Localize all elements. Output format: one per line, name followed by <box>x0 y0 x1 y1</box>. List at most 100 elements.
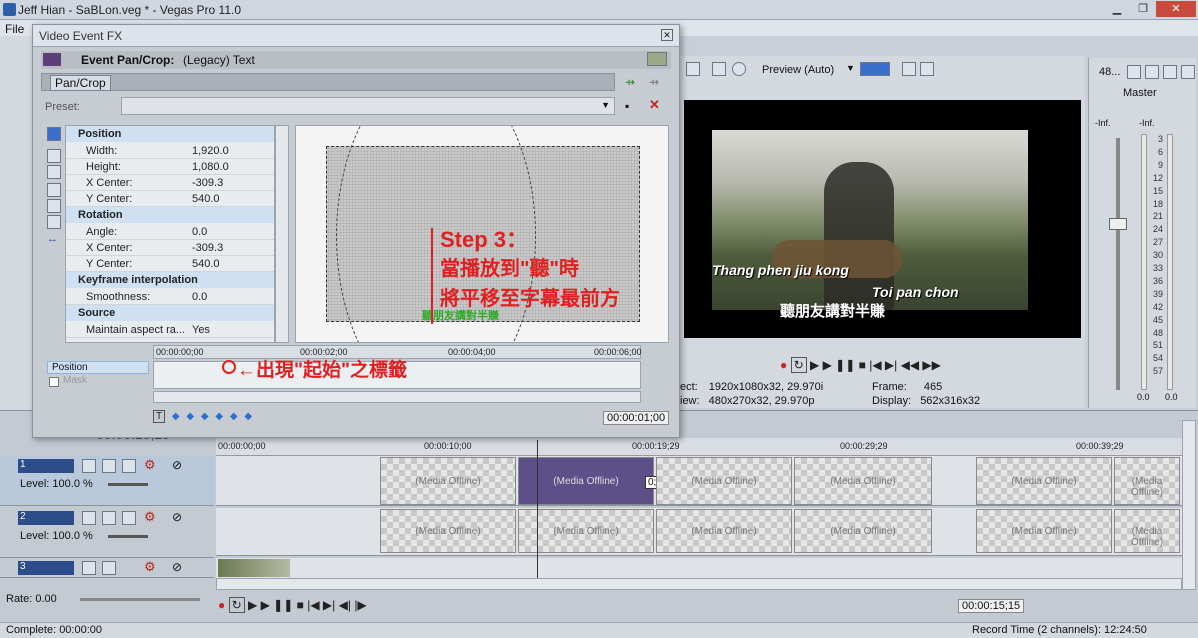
track-gear-icon[interactable]: ⚙ <box>144 509 156 525</box>
add-fx-icon[interactable]: ⇸ <box>625 75 635 89</box>
track-compositing-icon[interactable] <box>122 459 136 473</box>
property-group-header[interactable]: Rotation <box>66 207 274 223</box>
property-group-header[interactable]: Source <box>66 305 274 321</box>
stop-icon[interactable]: ■ <box>297 598 304 612</box>
next-frame-icon[interactable]: ▶| <box>885 358 897 372</box>
thumbnail-clip[interactable] <box>218 559 290 577</box>
track-header-3[interactable]: 3 ⚙ ⊘ <box>0 558 214 578</box>
property-row[interactable]: Y Center: 540.0 <box>66 191 274 207</box>
maximize-button[interactable]: ❐ <box>1130 1 1156 17</box>
media-clip[interactable]: (Media Offline) <box>380 457 516 505</box>
move-freely-icon[interactable] <box>47 215 61 229</box>
close-button[interactable]: ✕ <box>1156 1 1196 17</box>
property-row[interactable]: Maintain aspect ra... Yes <box>66 322 274 338</box>
property-value[interactable]: 0.0 <box>192 289 207 305</box>
copy-snapshot-icon[interactable] <box>902 62 916 76</box>
track-fx-icon[interactable] <box>102 459 116 473</box>
properties-scrollbar[interactable] <box>275 125 289 343</box>
property-value[interactable]: 1,920.0 <box>192 143 229 159</box>
rate-slider[interactable] <box>80 598 200 601</box>
menu-file[interactable]: File <box>5 22 24 36</box>
track-header-1[interactable]: 1 ⚙ ⊘ Level: 100.0 % <box>0 456 214 506</box>
media-clip[interactable]: (Media Offline) <box>518 509 654 553</box>
keyframe-track-mask[interactable]: Mask <box>47 375 149 388</box>
timeline-scrollbar[interactable] <box>216 578 1182 590</box>
last-keyframe-icon[interactable]: ◆ <box>215 411 223 422</box>
keyframe-marker[interactable] <box>222 360 236 374</box>
video-output-icon[interactable] <box>686 62 700 76</box>
rewind-icon[interactable]: ◀◀ <box>901 358 919 372</box>
property-group-header[interactable]: Position <box>66 126 274 142</box>
select-tool-icon[interactable] <box>47 149 61 163</box>
loop-icon[interactable]: ↻ <box>228 597 245 613</box>
property-row[interactable]: Y Center: 540.0 <box>66 256 274 272</box>
play-start-icon[interactable]: ▶ <box>248 598 257 612</box>
track-mute-icon[interactable]: ⊘ <box>172 560 182 574</box>
normal-edit-tool-icon[interactable] <box>47 127 61 141</box>
record-icon[interactable]: ● <box>780 358 787 372</box>
next-keyframe-icon[interactable]: ◆ <box>201 411 209 422</box>
preview-settings-icon[interactable] <box>712 62 726 76</box>
track-mute-icon[interactable]: ⊘ <box>172 510 182 524</box>
master-fader-handle[interactable] <box>1109 218 1127 230</box>
property-value[interactable]: 540.0 <box>192 191 220 207</box>
media-clip[interactable]: (Media Offline) <box>976 509 1112 553</box>
size-about-center-icon[interactable] <box>47 199 61 213</box>
track-mute-icon[interactable]: ⊘ <box>172 458 182 472</box>
minimize-button[interactable]: ▁ <box>1104 1 1130 17</box>
next-frame-icon[interactable]: |▶ <box>354 598 366 612</box>
track-fx-icon[interactable] <box>102 511 116 525</box>
chevron-down-icon[interactable]: ▼ <box>846 63 855 73</box>
stop-icon[interactable]: ■ <box>859 358 866 372</box>
mask-checkbox[interactable] <box>49 377 59 387</box>
property-value[interactable]: 1,080.0 <box>192 159 229 175</box>
property-row[interactable]: Angle: 0.0 <box>66 224 274 240</box>
property-value[interactable]: -309.3 <box>192 175 223 191</box>
first-keyframe-icon[interactable]: ◆ <box>172 411 180 422</box>
forward-icon[interactable]: ▶▶ <box>922 358 940 372</box>
mixer-mute-icon[interactable] <box>1181 65 1195 79</box>
overlay-icon[interactable] <box>732 62 746 76</box>
vertical-scrollbar[interactable] <box>1182 420 1196 590</box>
add-keyframe-icon[interactable]: ◆ <box>230 411 238 422</box>
lock-aspect-icon[interactable] <box>47 183 61 197</box>
track-motion-icon[interactable] <box>82 459 96 473</box>
property-row[interactable]: Smoothness: 0.0 <box>66 289 274 305</box>
preview-quality[interactable]: Preview (Auto) <box>762 64 834 76</box>
media-clip[interactable]: (Media Offline) <box>1114 457 1180 505</box>
level-slider-1[interactable] <box>108 483 148 486</box>
delete-keyframe-icon[interactable]: ◆ <box>244 411 252 422</box>
go-end-icon[interactable]: ▶| <box>323 598 335 612</box>
media-clip[interactable]: (Media Offline) <box>656 457 792 505</box>
track-gear-icon[interactable]: ⚙ <box>144 457 156 473</box>
level-slider-2[interactable] <box>108 535 148 538</box>
loop-icon[interactable]: ↻ <box>790 357 807 373</box>
media-clip[interactable]: (Media Offline) <box>656 509 792 553</box>
tab-pan-crop[interactable]: Pan/Crop <box>50 75 111 91</box>
pause-icon[interactable]: ❚❚ <box>273 598 293 612</box>
property-group-header[interactable]: Keyframe interpolation <box>66 272 274 288</box>
move-horizontal-icon[interactable]: ↔ <box>47 233 58 245</box>
prev-frame-icon[interactable]: |◀ <box>869 358 881 372</box>
media-clip[interactable]: (Media Offline) <box>794 457 932 505</box>
track-compositing-icon[interactable] <box>122 511 136 525</box>
track-motion-icon[interactable] <box>82 511 96 525</box>
sync-cursor-icon[interactable]: T <box>153 410 166 423</box>
track-fx-icon[interactable] <box>102 561 116 575</box>
property-value[interactable]: -309.3 <box>192 240 223 256</box>
fx-grid-icon[interactable] <box>647 52 667 66</box>
remove-fx-icon[interactable]: ⇸ <box>649 75 659 89</box>
play-start-icon[interactable]: ▶ <box>810 358 819 372</box>
property-value[interactable]: 540.0 <box>192 256 220 272</box>
mixer-fx-icon[interactable] <box>1145 65 1159 79</box>
property-row[interactable]: Height: 1,080.0 <box>66 159 274 175</box>
fx-close-icon[interactable]: ✕ <box>661 29 673 41</box>
media-clip[interactable]: (Media Offline) <box>380 509 516 553</box>
prev-keyframe-icon[interactable]: ◆ <box>186 411 194 422</box>
property-row[interactable]: X Center: -309.3 <box>66 240 274 256</box>
mixer-props-icon[interactable] <box>1127 65 1141 79</box>
record-icon[interactable]: ● <box>218 598 225 612</box>
play-icon[interactable]: ▶ <box>823 358 832 372</box>
pause-icon[interactable]: ❚❚ <box>835 358 855 372</box>
go-start-icon[interactable]: |◀ <box>307 598 319 612</box>
